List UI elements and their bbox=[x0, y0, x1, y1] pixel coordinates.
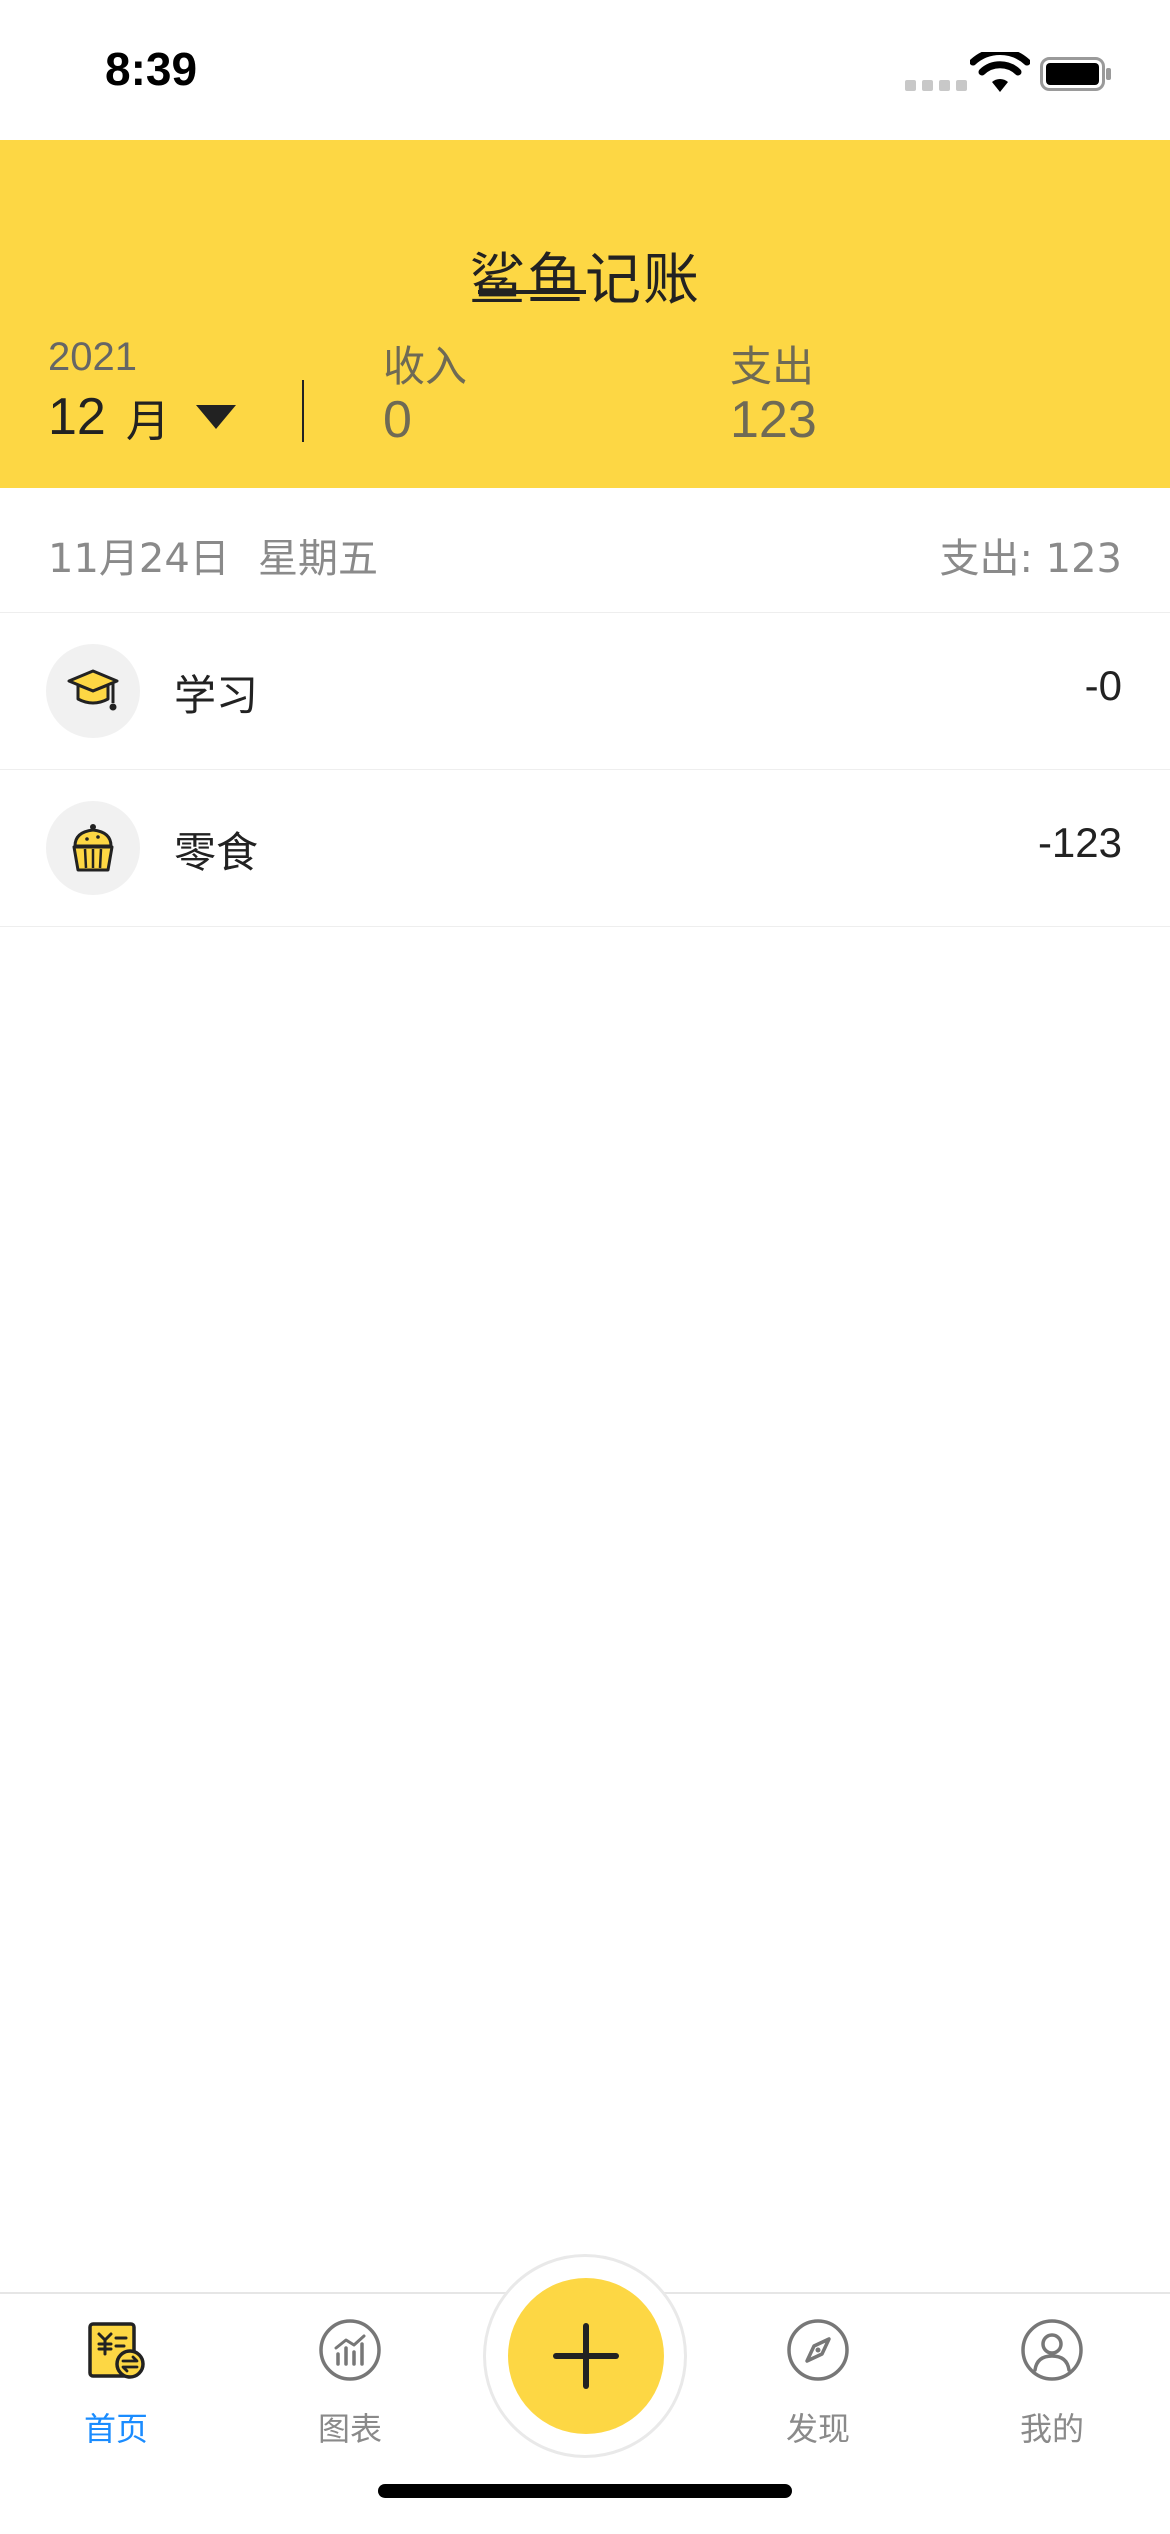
title-underline bbox=[478, 290, 586, 294]
add-record-button[interactable] bbox=[508, 2278, 664, 2434]
status-time: 8:39 bbox=[105, 43, 198, 95]
header-divider bbox=[302, 380, 304, 442]
income-label: 收入 bbox=[383, 342, 468, 391]
app-title: 鲨鱼记账 bbox=[469, 248, 701, 313]
battery-icon bbox=[1040, 57, 1111, 91]
tab-profile[interactable]: 我的 bbox=[952, 2294, 1152, 2494]
income-value: 0 bbox=[383, 391, 412, 449]
expense-label: 支出 bbox=[730, 342, 815, 391]
tab-home[interactable]: 首页 bbox=[16, 2294, 216, 2494]
wifi-icon bbox=[970, 52, 1030, 92]
tab-discover-label: 发现 bbox=[785, 2410, 850, 2448]
tab-discover[interactable]: 发现 bbox=[718, 2294, 918, 2494]
tab-profile-label: 我的 bbox=[1019, 2410, 1084, 2448]
chart-icon bbox=[319, 2319, 381, 2381]
record-category: 零食 bbox=[174, 828, 259, 877]
cupcake-icon bbox=[46, 801, 140, 895]
day-weekday: 星期五 bbox=[258, 536, 378, 582]
day-date: 11月24日 bbox=[48, 536, 230, 582]
expense-value: 123 bbox=[730, 391, 817, 449]
compass-icon bbox=[787, 2319, 849, 2381]
year-label: 2021 bbox=[48, 335, 137, 379]
plus-icon bbox=[553, 2323, 619, 2389]
status-bar: 8:39 bbox=[0, 0, 1170, 140]
tab-chart-label: 图表 bbox=[317, 2410, 382, 2448]
day-group-header: 11月24日 星期五 支出: 123 bbox=[0, 488, 1170, 613]
ledger-icon bbox=[88, 2322, 145, 2379]
list-item[interactable]: 零食 -123 bbox=[0, 769, 1170, 927]
cellular-signal-icon bbox=[905, 80, 967, 91]
tab-chart[interactable]: 图表 bbox=[250, 2294, 450, 2494]
record-category: 学习 bbox=[174, 671, 259, 720]
list-item[interactable]: 学习 -0 bbox=[0, 612, 1170, 770]
home-indicator bbox=[378, 2484, 792, 2498]
tab-home-label: 首页 bbox=[83, 2410, 148, 2448]
day-expense-total: 支出: 123 bbox=[939, 536, 1122, 582]
caret-down-icon bbox=[195, 405, 236, 429]
month-picker[interactable]: 12 月 bbox=[48, 385, 236, 449]
graduation-cap-icon bbox=[46, 644, 140, 738]
month-value: 12 bbox=[48, 388, 106, 446]
record-amount: -123 bbox=[1037, 819, 1122, 866]
month-unit: 月 bbox=[125, 396, 170, 447]
user-icon bbox=[1021, 2319, 1083, 2381]
summary-header: 鲨鱼记账 2021 12 月 收入 0 支出 123 bbox=[0, 140, 1170, 488]
record-amount: -0 bbox=[1084, 662, 1122, 709]
